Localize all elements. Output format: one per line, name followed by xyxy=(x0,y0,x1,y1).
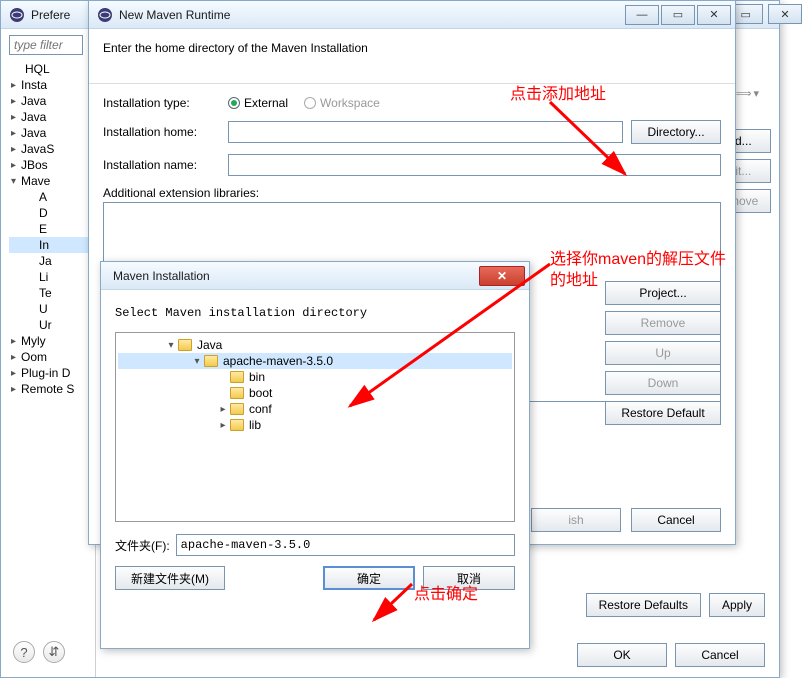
browse-ok-button[interactable]: 确定 xyxy=(323,566,415,590)
extension-libraries-label: Additional extension libraries: xyxy=(103,186,721,200)
bg-window-controls: ▭ ✕ xyxy=(727,4,802,24)
minimize-button[interactable]: ― xyxy=(625,5,659,25)
folder-icon xyxy=(230,403,244,415)
nmr-heading: Enter the home directory of the Maven In… xyxy=(103,41,721,55)
tree-item[interactable]: ▸Java xyxy=(9,93,93,109)
nmr-titlebar[interactable]: New Maven Runtime ― ▭ ✕ xyxy=(89,1,735,29)
apply-button[interactable]: Apply xyxy=(709,593,765,617)
nmr-title: New Maven Runtime xyxy=(119,8,623,22)
tree-item[interactable]: ▸Java xyxy=(9,125,93,141)
folder-icon xyxy=(230,419,244,431)
project-button[interactable]: Project... xyxy=(605,281,721,305)
down-button[interactable]: Down xyxy=(605,371,721,395)
tree-item[interactable]: Ja xyxy=(9,253,93,269)
tree-item[interactable]: U xyxy=(9,301,93,317)
installation-type-label: Installation type: xyxy=(103,96,228,110)
folder-tree-item[interactable]: bin xyxy=(118,369,512,385)
workspace-radio: Workspace xyxy=(304,96,380,110)
tree-item[interactable]: Ur xyxy=(9,317,93,333)
nmr-side-buttons: Project... Remove Up Down Restore Defaul… xyxy=(605,281,721,425)
tree-item[interactable]: Te xyxy=(9,285,93,301)
folder-tree-item[interactable]: ▸conf xyxy=(118,401,512,417)
folder-icon xyxy=(230,371,244,383)
tree-item[interactable]: D xyxy=(9,205,93,221)
tree-item[interactable]: ▸Insta xyxy=(9,77,93,93)
tree-item[interactable]: Li xyxy=(9,269,93,285)
browse-titlebar[interactable]: Maven Installation ✕ xyxy=(101,262,529,290)
tree-item[interactable]: A xyxy=(9,189,93,205)
tree-item[interactable]: ▸Oom xyxy=(9,349,93,365)
tree-item[interactable]: ▸JBos xyxy=(9,157,93,173)
bg-close-button[interactable]: ✕ xyxy=(768,4,802,24)
tree-item[interactable]: HQL xyxy=(9,61,93,77)
ok-button[interactable]: OK xyxy=(577,643,667,667)
tree-item[interactable]: ▸JavaS xyxy=(9,141,93,157)
folder-icon xyxy=(178,339,192,351)
external-radio[interactable]: External xyxy=(228,96,288,110)
browse-close-button[interactable]: ✕ xyxy=(479,266,525,286)
filter-input[interactable] xyxy=(9,35,83,55)
restore-default-button[interactable]: Restore Default xyxy=(605,401,721,425)
tree-item[interactable]: ▸Plug-in D xyxy=(9,365,93,381)
new-folder-button[interactable]: 新建文件夹(M) xyxy=(115,566,225,590)
import-export-icon[interactable]: ⇵ xyxy=(43,641,65,663)
finish-button[interactable]: ish xyxy=(531,508,621,532)
folder-icon xyxy=(204,355,218,367)
forward-icon[interactable]: ⟹ xyxy=(736,87,752,100)
directory-button[interactable]: Directory... xyxy=(631,120,721,144)
installation-home-label: Installation home: xyxy=(103,125,228,139)
maximize-button[interactable]: ▭ xyxy=(661,5,695,25)
folder-tree[interactable]: ▾Java▾apache-maven-3.5.0binboot▸conf▸lib xyxy=(115,332,515,522)
preferences-tree: HQL ▸Insta ▸Java ▸Java ▸Java ▸JavaS ▸JBo… xyxy=(1,29,96,677)
folder-tree-item[interactable]: boot xyxy=(118,385,512,401)
restore-defaults-button[interactable]: Restore Defaults xyxy=(586,593,701,617)
help-icon[interactable]: ? xyxy=(13,641,35,663)
eclipse-icon xyxy=(97,7,113,23)
folder-path-input[interactable] xyxy=(176,534,515,556)
installation-home-input[interactable] xyxy=(228,121,623,143)
tree-item[interactable]: ▸Remote S xyxy=(9,381,93,397)
folder-icon xyxy=(230,387,244,399)
browse-prompt: Select Maven installation directory xyxy=(115,306,515,320)
folder-tree-item[interactable]: ▸lib xyxy=(118,417,512,433)
browse-cancel-button[interactable]: 取消 xyxy=(423,566,515,590)
folder-path-label: 文件夹(F): xyxy=(115,537,170,554)
tree-item[interactable]: ▸Java xyxy=(9,109,93,125)
nmr-cancel-button[interactable]: Cancel xyxy=(631,508,721,532)
eclipse-icon xyxy=(9,7,25,23)
installation-name-input[interactable] xyxy=(228,154,721,176)
folder-tree-item[interactable]: ▾Java xyxy=(118,337,512,353)
tree-item[interactable]: E xyxy=(9,221,93,237)
close-button[interactable]: ✕ xyxy=(697,5,731,25)
folder-tree-item[interactable]: ▾apache-maven-3.5.0 xyxy=(118,353,512,369)
browse-folder-dialog: Maven Installation ✕ Select Maven instal… xyxy=(100,261,530,649)
browse-title: Maven Installation xyxy=(109,269,479,283)
cancel-button[interactable]: Cancel xyxy=(675,643,765,667)
tree-item[interactable]: ▸Myly xyxy=(9,333,93,349)
tree-item-selected[interactable]: In xyxy=(9,237,93,253)
up-button[interactable]: Up xyxy=(605,341,721,365)
remove-lib-button[interactable]: Remove xyxy=(605,311,721,335)
installation-name-label: Installation name: xyxy=(103,158,228,172)
tree-item[interactable]: ▾Mave xyxy=(9,173,93,189)
